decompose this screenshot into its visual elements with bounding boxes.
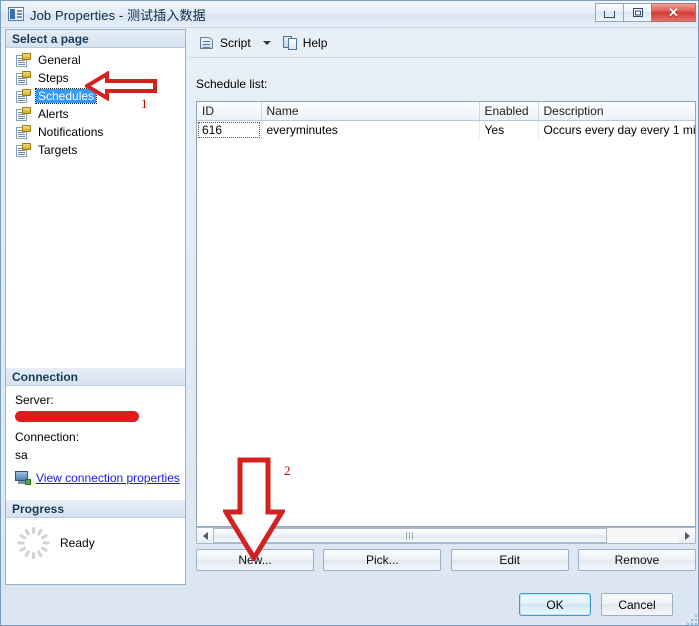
page-icon — [16, 142, 31, 157]
scrollbar-thumb[interactable]: ||| — [213, 528, 607, 543]
sidebar-item-label: Targets — [38, 142, 78, 157]
sidebar-item-schedules[interactable]: Schedules — [13, 87, 98, 104]
column-header-enabled[interactable]: Enabled — [479, 102, 539, 121]
progress-body: Ready — [6, 518, 185, 560]
annotation-label-2: 2 — [284, 463, 291, 478]
cell-name[interactable]: everyminutes — [261, 120, 480, 139]
progress-header: Progress — [6, 500, 185, 518]
pick-button[interactable]: Pick... — [323, 549, 442, 571]
new-button[interactable]: New... — [196, 549, 314, 571]
sidebar-item-targets[interactable]: Targets — [13, 141, 79, 158]
view-connection-properties-row[interactable]: View connection properties — [15, 471, 185, 485]
column-header-description[interactable]: Description — [538, 102, 695, 121]
column-header-name[interactable]: Name — [261, 102, 480, 121]
annotation-label-1: 1 — [141, 96, 148, 111]
connection-header: Connection — [6, 368, 185, 386]
script-button[interactable]: Script — [196, 32, 254, 54]
select-page-section: Select a page General Steps Schedules Al… — [6, 30, 185, 159]
sidebar-item-alerts[interactable]: Alerts — [13, 105, 71, 122]
maximize-icon — [632, 8, 643, 17]
connection-monitor-icon — [15, 471, 31, 485]
spinner-icon — [16, 526, 50, 560]
help-label: Help — [302, 36, 328, 50]
dialog-content: Select a page General Steps Schedules Al… — [5, 29, 696, 585]
page-icon — [16, 52, 31, 67]
server-value-redacted — [15, 411, 139, 422]
window-title: Job Properties - 测试插入数据 — [30, 7, 206, 23]
page-icon — [16, 106, 31, 121]
scrollbar-track[interactable]: ||| — [213, 528, 679, 543]
edit-button[interactable]: Edit — [450, 549, 569, 571]
sidebar-item-label: Notifications — [38, 124, 104, 139]
remove-button[interactable]: Remove — [577, 549, 696, 571]
dialog-footer: OK Cancel — [1, 589, 698, 625]
sidebar-item-label: Steps — [38, 70, 69, 85]
cell-enabled[interactable]: Yes — [479, 120, 539, 139]
left-pane: Select a page General Steps Schedules Al… — [5, 29, 186, 585]
minimize-button[interactable] — [595, 3, 624, 22]
job-properties-window: Job Properties - 测试插入数据 ✕ Select a page — [0, 0, 699, 626]
connection-value: sa — [15, 448, 28, 462]
sidebar-item-steps[interactable]: Steps — [13, 69, 71, 86]
connection-section: Connection Server: Connection: sa View c… — [6, 368, 185, 485]
grip-icon: ||| — [405, 531, 415, 540]
help-button[interactable]: Help — [280, 32, 331, 54]
sidebar-item-label: General — [38, 52, 81, 67]
resize-grip-icon[interactable] — [687, 615, 697, 625]
page-icon — [16, 124, 31, 139]
schedule-actions: New... Pick... Edit Remove — [196, 549, 696, 571]
table-header-row: ID Name Enabled Description — [197, 102, 695, 121]
title-bar: Job Properties - 测试插入数据 ✕ — [1, 1, 698, 28]
minimize-icon — [604, 11, 615, 18]
close-button[interactable]: ✕ — [651, 3, 696, 22]
schedule-table: ID Name Enabled Description 616 everymin… — [197, 102, 695, 139]
schedule-list-grid[interactable]: ID Name Enabled Description 616 everymin… — [196, 101, 696, 527]
scroll-right-button[interactable] — [679, 528, 695, 543]
server-label: Server: — [15, 393, 54, 407]
cancel-button[interactable]: Cancel — [601, 593, 673, 616]
window-controls: ✕ — [595, 3, 696, 22]
page-icon — [16, 70, 31, 85]
scroll-left-button[interactable] — [197, 528, 213, 543]
page-list: General Steps Schedules Alerts Notificat… — [6, 48, 185, 158]
table-row[interactable]: 616 everyminutes Yes Occurs every day ev… — [197, 120, 695, 139]
job-properties-icon — [8, 7, 24, 21]
connection-body: Server: Connection: sa View connection p… — [6, 386, 185, 485]
cell-id[interactable]: 616 — [197, 120, 262, 139]
sidebar-item-label: Alerts — [38, 106, 69, 121]
right-pane: Script Help Schedule list: ID Name Enabl… — [190, 29, 696, 585]
sidebar-item-general[interactable]: General — [13, 51, 83, 68]
view-connection-properties-link[interactable]: View connection properties — [36, 471, 180, 485]
sidebar-item-label: Schedules — [34, 87, 98, 104]
maximize-button[interactable] — [623, 3, 652, 22]
column-header-id[interactable]: ID — [197, 102, 262, 121]
connection-label: Connection: — [15, 430, 80, 444]
progress-section: Progress Ready — [6, 500, 185, 560]
script-label: Script — [220, 36, 251, 50]
chevron-down-icon[interactable] — [262, 41, 271, 45]
chevron-right-icon — [684, 531, 690, 540]
horizontal-scrollbar[interactable]: ||| — [196, 527, 696, 544]
cell-description[interactable]: Occurs every day every 1 minute(s) b — [538, 120, 695, 139]
page-icon — [16, 88, 31, 103]
close-icon: ✕ — [668, 5, 679, 20]
ok-button[interactable]: OK — [519, 593, 591, 616]
help-icon — [282, 35, 299, 51]
select-page-header: Select a page — [6, 30, 185, 48]
schedule-list-label: Schedule list: — [196, 77, 268, 91]
progress-status: Ready — [60, 536, 95, 550]
chevron-left-icon — [202, 531, 208, 540]
script-icon — [199, 36, 216, 51]
toolbar: Script Help — [190, 29, 696, 58]
sidebar-item-notifications[interactable]: Notifications — [13, 123, 105, 140]
